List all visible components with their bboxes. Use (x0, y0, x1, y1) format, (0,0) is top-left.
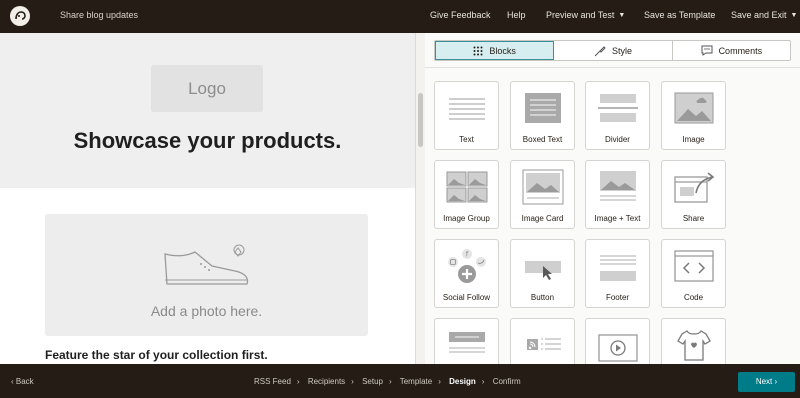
chevron-right-icon: › (351, 377, 354, 386)
product-icon (677, 330, 711, 361)
back-button[interactable]: ‹ Back (11, 377, 34, 386)
code-icon (674, 250, 714, 282)
image-group-icon (446, 171, 488, 203)
next-button[interactable]: Next › (738, 372, 795, 392)
photo-placeholder-label: Add a photo here. (150, 303, 263, 319)
chevron-down-icon: ▼ (618, 12, 626, 19)
photo-placeholder[interactable]: Add a photo here. (45, 214, 368, 336)
campaign-title: Share blog updates (60, 10, 139, 20)
block-label: Social Follow (442, 293, 491, 302)
block-button[interactable]: Button (510, 239, 575, 308)
rss-items-icon (527, 338, 561, 350)
block-text[interactable]: Text (434, 81, 499, 150)
tab-blocks-label: Blocks (489, 45, 516, 56)
block-image-text[interactable]: Image + Text (585, 160, 650, 229)
comment-icon (701, 45, 713, 56)
headline-text[interactable]: Showcase your products. (0, 128, 415, 154)
boxed-text-icon (525, 93, 561, 123)
header-section[interactable]: Logo Showcase your products. (0, 33, 415, 188)
logo-placeholder[interactable]: Logo (151, 65, 263, 112)
grid-icon (473, 46, 483, 55)
step-recipients[interactable]: Recipients (308, 377, 345, 386)
block-label: Divider (605, 135, 630, 144)
block-boxed-text[interactable]: Boxed Text (510, 81, 575, 150)
preview-test-label: Preview and Test (546, 10, 615, 20)
tab-comments-label: Comments (718, 45, 763, 56)
divider-icon (598, 94, 638, 122)
give-feedback-link[interactable]: Give Feedback (430, 10, 491, 20)
save-exit-label: Save and Exit (731, 10, 787, 20)
canvas-scrollbar[interactable] (415, 33, 425, 364)
video-icon (598, 334, 638, 362)
next-label: Next (755, 377, 773, 386)
block-label: Code (683, 293, 704, 302)
block-label: Share (682, 214, 705, 223)
save-as-template-link[interactable]: Save as Template (644, 10, 715, 20)
chevron-right-icon: › (481, 377, 485, 386)
rss-header-icon (449, 332, 485, 353)
panel-tabs: Blocks Style Comments (434, 40, 791, 61)
block-footer[interactable]: Footer (585, 239, 650, 308)
scrollbar-thumb[interactable] (418, 93, 423, 147)
chevron-down-icon: ▼ (790, 12, 798, 19)
chevron-right-icon: › (388, 377, 392, 386)
text-block-icon (449, 98, 485, 120)
bottom-bar: ‹ Back RSS Feed › Recipients › Setup › Temp… (0, 364, 800, 398)
image-icon (674, 92, 714, 124)
chevron-right-icon: › (438, 377, 441, 386)
step-setup[interactable]: Setup (362, 377, 383, 386)
image-text-icon (600, 171, 636, 201)
shoe-icon (164, 244, 249, 285)
image-card-icon (522, 169, 564, 205)
mailchimp-logo-icon[interactable] (9, 5, 31, 27)
step-template[interactable]: Template (400, 377, 432, 386)
tab-style-label: Style (611, 45, 632, 56)
block-image-card[interactable]: Image Card (510, 160, 575, 229)
block-label: Image Card (521, 214, 564, 223)
block-label: Text (459, 135, 474, 144)
block-code[interactable]: Code (661, 239, 726, 308)
chevron-right-icon: › (772, 377, 778, 386)
block-label: Image (682, 135, 705, 144)
block-label: Boxed Text (522, 135, 563, 144)
block-social-follow[interactable]: f Social Follow (434, 239, 499, 308)
block-label: Button (530, 293, 555, 302)
brush-icon (594, 45, 606, 56)
tab-blocks[interactable]: Blocks (435, 41, 555, 60)
block-label: Footer (605, 293, 630, 302)
panel-divider (425, 67, 800, 68)
tab-style[interactable]: Style (554, 41, 673, 60)
block-image-group[interactable]: Image Group (434, 160, 499, 229)
breadcrumb: RSS Feed › Recipients › Setup › Template › D… (254, 377, 521, 386)
block-divider[interactable]: Divider (585, 81, 650, 150)
step-confirm[interactable]: Confirm (493, 377, 521, 386)
block-label: Image + Text (594, 214, 641, 223)
button-icon (525, 261, 561, 280)
preview-test-menu[interactable]: Preview and Test ▼ (546, 10, 625, 20)
email-canvas: Logo Showcase your products. Add a photo… (0, 33, 415, 364)
content-panel: Blocks Style Comments Text Boxed Text Di… (425, 33, 800, 387)
tab-comments[interactable]: Comments (673, 41, 790, 60)
help-link[interactable]: Help (507, 10, 526, 20)
back-label: Back (15, 377, 34, 386)
save-exit-menu[interactable]: Save and Exit ▼ (731, 10, 797, 20)
share-icon (674, 172, 715, 203)
top-bar: Share blog updates Give Feedback Help Pr… (0, 0, 800, 33)
step-rss-feed[interactable]: RSS Feed (254, 377, 291, 386)
chevron-right-icon: › (296, 377, 300, 386)
block-image[interactable]: Image (661, 81, 726, 150)
footer-icon (600, 255, 636, 281)
block-label: Image Group (443, 214, 490, 223)
feature-text[interactable]: Feature the star of your collection firs… (45, 348, 268, 362)
block-share[interactable]: Share (661, 160, 726, 229)
step-design[interactable]: Design (449, 377, 476, 386)
social-follow-icon: f (448, 249, 486, 283)
